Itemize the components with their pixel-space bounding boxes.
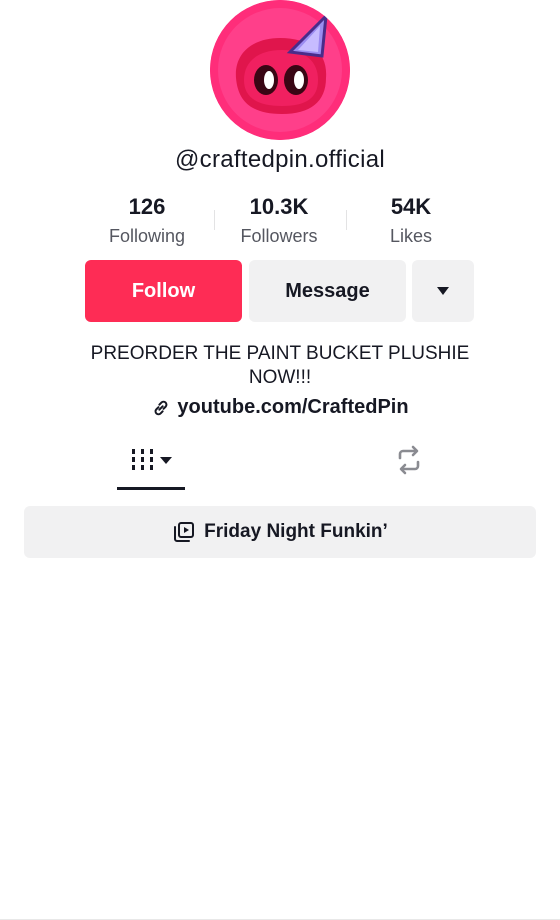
tab-reposts[interactable] bbox=[380, 430, 438, 490]
profile-bio: PREORDER THE PAINT BUCKET PLUSHIE NOW!!! bbox=[90, 343, 470, 388]
tab-videos[interactable] bbox=[117, 430, 185, 490]
message-button[interactable]: Message bbox=[249, 260, 406, 322]
stat-followers-count: 10.3K bbox=[249, 194, 309, 219]
repost-icon bbox=[398, 445, 420, 475]
playlist-icon bbox=[174, 522, 195, 542]
stat-followers[interactable]: 10.3K Followers bbox=[214, 194, 344, 247]
avatar-image bbox=[210, 0, 350, 140]
stat-likes-count: 54K bbox=[390, 194, 432, 219]
active-tab-indicator bbox=[117, 487, 185, 490]
profile-stats: 126 Following 10.3K Followers 54K Likes bbox=[80, 194, 480, 254]
follow-button[interactable]: Follow bbox=[85, 260, 242, 322]
stat-following-count: 126 bbox=[128, 194, 166, 219]
playlist-button[interactable]: Friday Night Funkin’ bbox=[24, 506, 536, 558]
playlist-label: Friday Night Funkin’ bbox=[204, 521, 388, 542]
stat-following[interactable]: 126 Following bbox=[82, 194, 212, 247]
profile-username: @craftedpin.official bbox=[174, 146, 386, 173]
caret-down-icon bbox=[437, 287, 449, 295]
stat-likes-label: Likes bbox=[389, 226, 433, 246]
stat-followers-label: Followers bbox=[240, 226, 318, 246]
stat-following-label: Following bbox=[108, 226, 186, 246]
profile-link-text: youtube.com/CraftedPin bbox=[177, 396, 409, 418]
profile-tabs bbox=[0, 430, 560, 920]
more-options-button[interactable] bbox=[412, 260, 474, 322]
avatar[interactable] bbox=[210, 0, 350, 140]
link-icon bbox=[155, 400, 168, 415]
stat-likes: 54K Likes bbox=[346, 194, 476, 247]
caret-down-icon bbox=[160, 456, 172, 464]
videos-grid-icon bbox=[132, 449, 153, 470]
profile-link[interactable]: youtube.com/CraftedPin bbox=[0, 396, 560, 419]
